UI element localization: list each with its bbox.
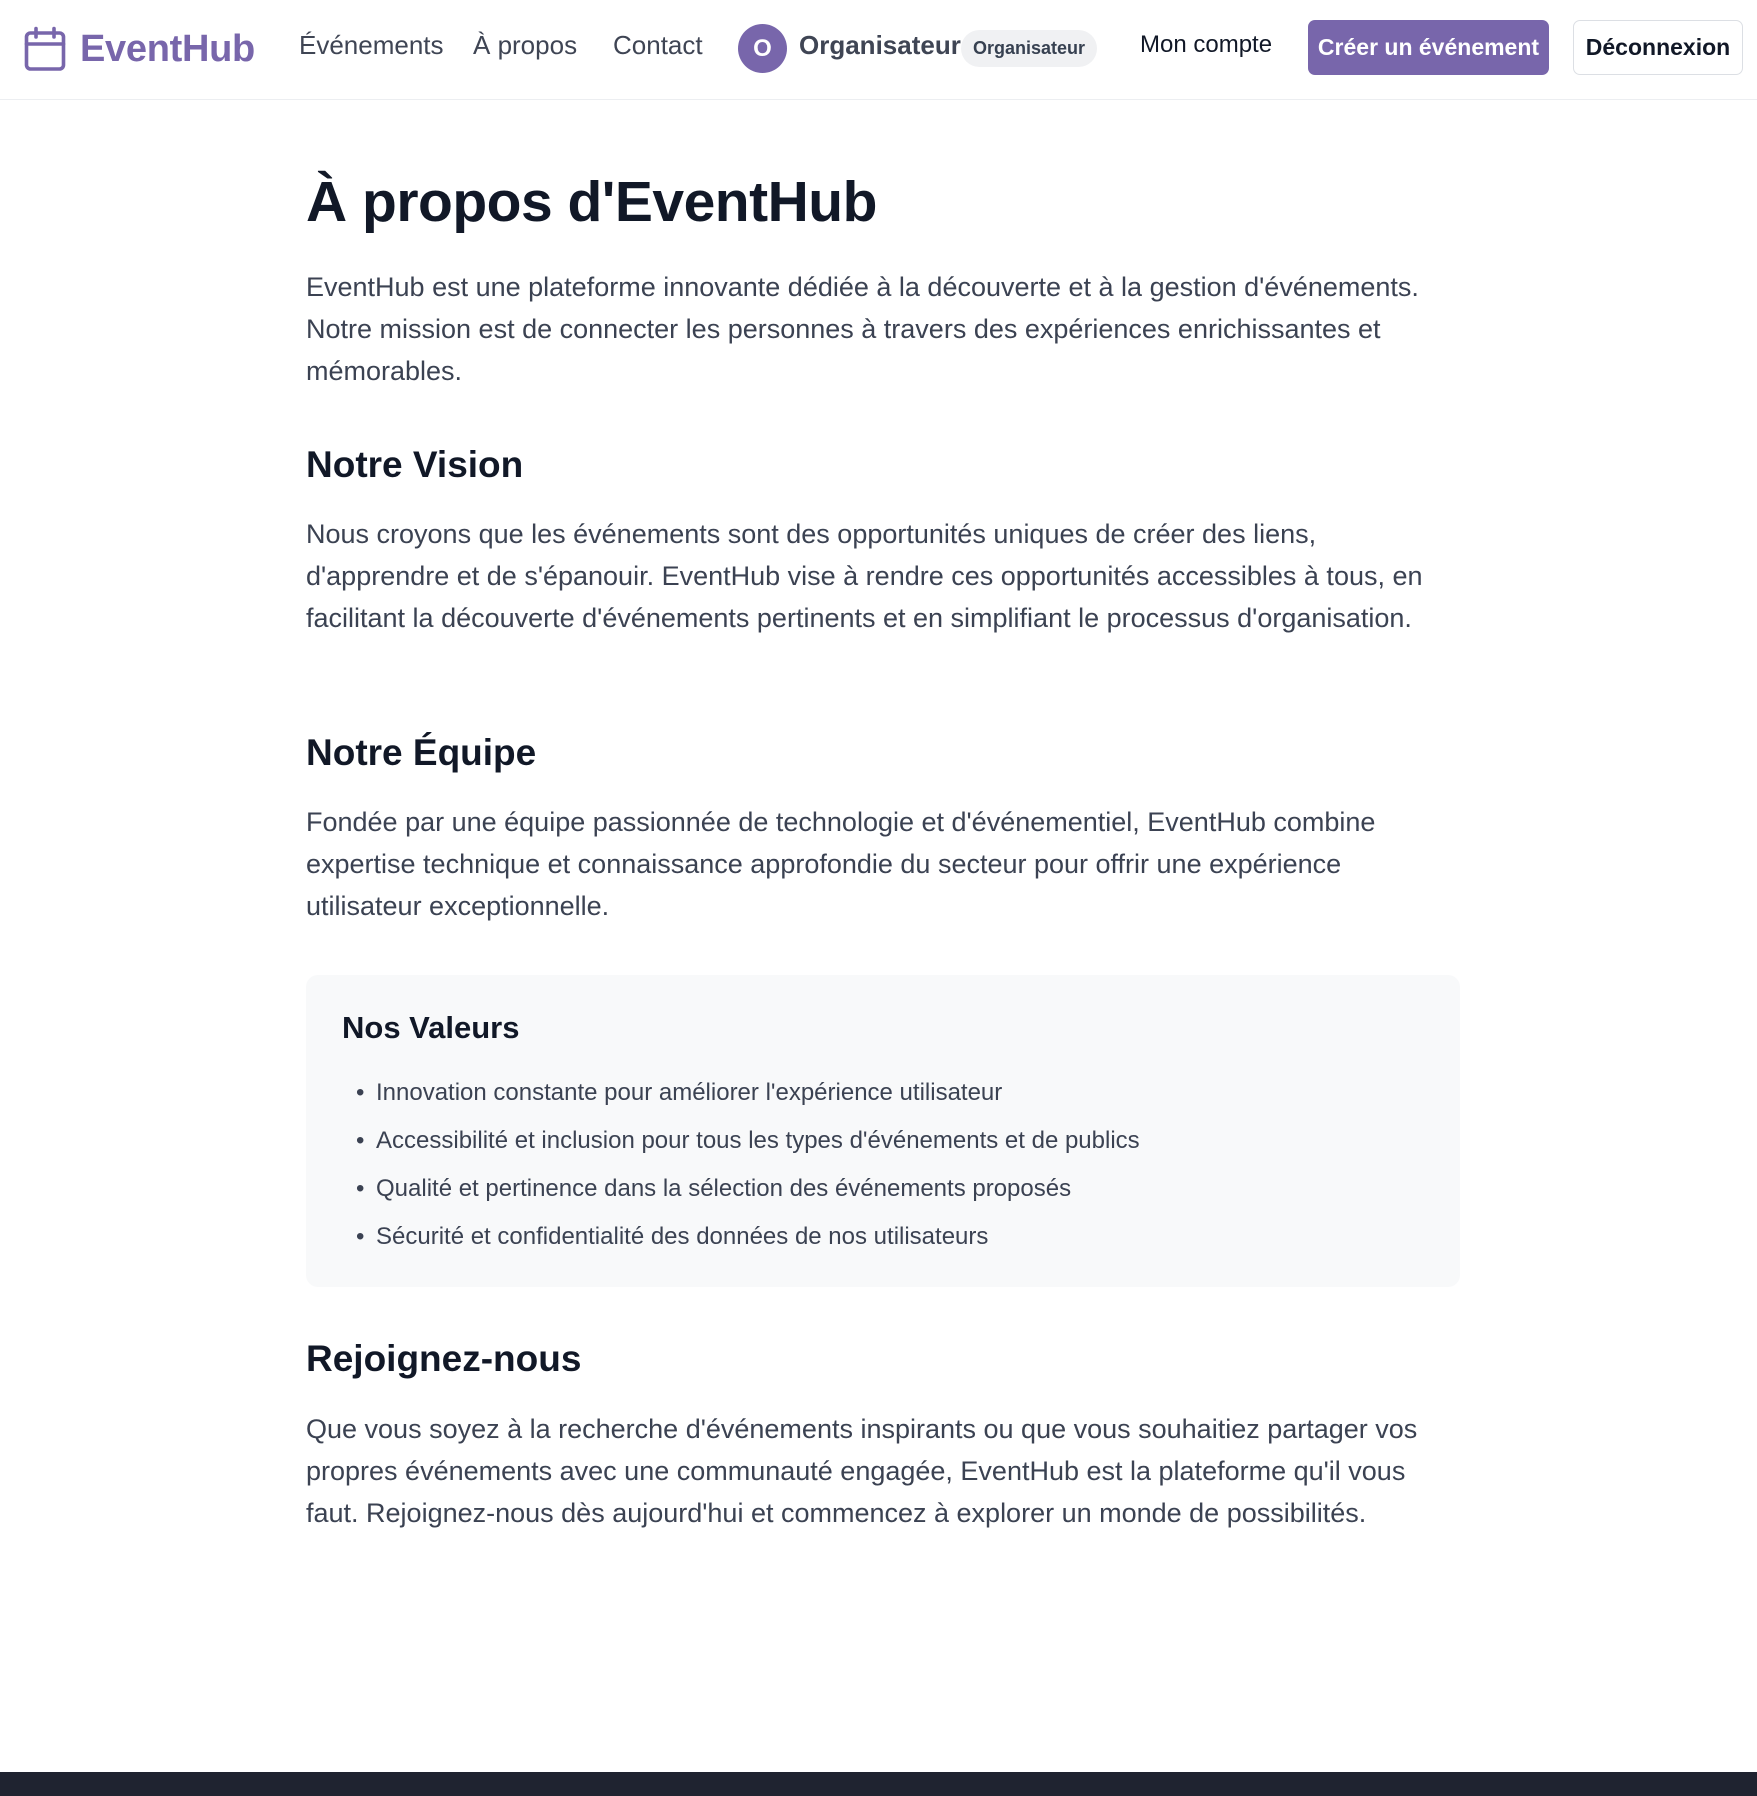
section-heading-join: Rejoignez-nous [306,1338,582,1379]
section-heading-team: Notre Équipe [306,732,537,773]
value-text: Sécurité et confidentialité des données … [376,1223,989,1250]
brand-name: EventHub [80,27,255,70]
role-badge: Organisateur [961,30,1098,67]
brand-logo-link[interactable]: EventHub [24,24,255,74]
value-text: Qualité et pertinence dans la sélection … [376,1175,1072,1202]
values-list-item: • Sécurité et confidentialité des données… [356,1223,989,1250]
nav-link-contact[interactable]: Contact [613,30,703,61]
nav-link-events[interactable]: Événements [299,30,444,61]
create-event-button[interactable]: Créer un événement [1308,20,1549,75]
calendar-icon [24,26,66,72]
values-list: • Innovation constante pour améliorer l'e… [342,1069,1140,1261]
value-text: Accessibilité et inclusion pour tous les… [376,1127,1140,1154]
values-list-item: • Innovation constante pour améliorer l'e… [356,1079,1003,1106]
join-paragraph: Que vous soyez à la recherche d'événemen… [306,1414,1418,1528]
my-account-link[interactable]: Mon compte [1140,31,1272,59]
team-paragraph: Fondée par une équipe passionnée de tech… [306,807,1376,921]
page-title: À propos d'EventHub [306,170,877,234]
user-name: Organisateur [799,30,961,60]
value-text: Innovation constante pour améliorer l'ex… [376,1079,1003,1106]
top-navbar: EventHub Événements À propos Contact O O… [0,0,1757,100]
about-content: À propos d'EventHub EventHub est une pla… [306,160,1460,1528]
footer [0,1772,1757,1796]
logout-button[interactable]: Déconnexion [1573,20,1743,75]
vision-paragraph: Nous croyons que les événements sont des… [306,519,1423,633]
values-heading: Nos Valeurs [342,1010,520,1045]
values-card: Nos Valeurs • Innovation constante pour a… [306,975,1460,1287]
values-list-item: • Qualité et pertinence dans la sélection… [356,1175,1072,1202]
intro-paragraph: EventHub est une plateforme innovante dé… [306,272,1419,386]
values-list-item: • Accessibilité et inclusion pour tous le… [356,1127,1140,1154]
nav-link-about[interactable]: À propos [473,30,577,61]
section-heading-vision: Notre Vision [306,444,524,485]
user-avatar[interactable]: O [738,24,787,73]
